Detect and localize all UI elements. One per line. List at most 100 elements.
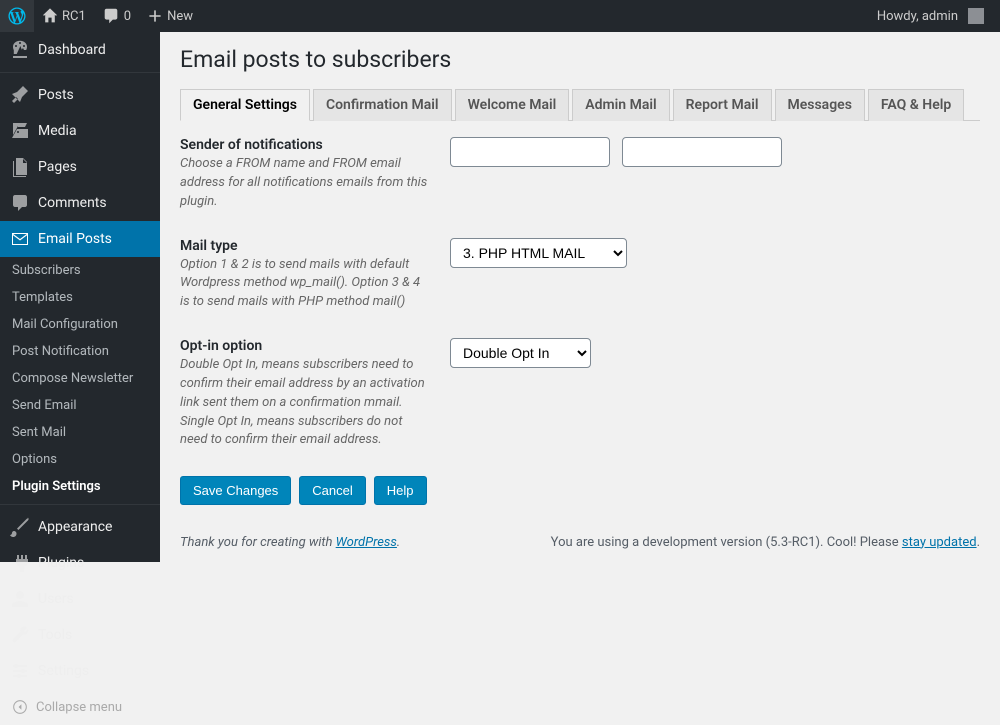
label-col: Sender of notifications Choose a FROM na…: [180, 137, 450, 212]
sidebar-item-label: Settings: [38, 663, 89, 679]
wp-logo[interactable]: [0, 0, 34, 32]
submenu-sent-mail[interactable]: Sent Mail: [0, 419, 160, 446]
sidebar-item-dashboard[interactable]: Dashboard: [0, 32, 160, 68]
plus-icon: [147, 8, 163, 24]
tab-welcome-mail[interactable]: Welcome Mail: [455, 89, 570, 121]
collapse-menu[interactable]: Collapse menu: [0, 689, 160, 725]
sidebar-item-label: Dashboard: [38, 42, 106, 58]
sidebar-item-label: Pages: [38, 159, 77, 175]
footer-right-post: .: [977, 535, 980, 550]
submenu-mail-configuration[interactable]: Mail Configuration: [0, 311, 160, 338]
user-icon: [10, 589, 30, 609]
save-button[interactable]: Save Changes: [180, 476, 291, 505]
adminbar-right: Howdy, admin: [869, 0, 992, 32]
submenu-templates[interactable]: Templates: [0, 284, 160, 311]
sidebar-item-label: Email Posts: [38, 231, 112, 247]
from-name-input[interactable]: [450, 137, 610, 167]
footer-stay-updated-link[interactable]: stay updated: [902, 535, 977, 550]
plug-icon: [10, 553, 30, 573]
content-area: Email posts to subscribers General Setti…: [160, 32, 1000, 562]
footer-left: Thank you for creating with WordPress.: [180, 535, 400, 550]
wordpress-icon: [8, 7, 26, 25]
page-icon: [10, 157, 30, 177]
footer-right: You are using a development version (5.3…: [551, 535, 980, 550]
wrench-icon: [10, 625, 30, 645]
collapse-icon: [10, 697, 30, 717]
footer-left-pre: Thank you for creating with: [180, 535, 336, 550]
new-content[interactable]: New: [139, 0, 201, 32]
field-col: 3. PHP HTML MAIL: [450, 238, 980, 313]
sidebar-item-label: Plugins: [38, 555, 84, 571]
field-col: [450, 137, 980, 212]
new-label: New: [167, 9, 193, 24]
sidebar-item-label: Tools: [38, 627, 72, 643]
menu-separator: [0, 68, 160, 73]
howdy-text: Howdy, admin: [877, 9, 958, 24]
sidebar-item-users[interactable]: Users: [0, 581, 160, 617]
avatar: [968, 8, 984, 24]
optin-desc: Double Opt In, means subscribers need to…: [180, 357, 425, 447]
row-optin: Opt-in option Double Opt In, means subsc…: [180, 338, 980, 450]
footer-left-post: .: [397, 535, 400, 550]
pin-icon: [10, 85, 30, 105]
sidebar-item-comments[interactable]: Comments: [0, 185, 160, 221]
mailtype-label: Mail type: [180, 238, 430, 254]
sender-label: Sender of notifications: [180, 137, 430, 153]
submenu-send-email[interactable]: Send Email: [0, 392, 160, 419]
sidebar-item-media[interactable]: Media: [0, 113, 160, 149]
admin-footer: Thank you for creating with WordPress. Y…: [160, 522, 1000, 562]
sidebar-item-label: Comments: [38, 195, 107, 211]
from-email-input[interactable]: [622, 137, 782, 167]
label-col: Mail type Option 1 & 2 is to send mails …: [180, 238, 450, 313]
sidebar-item-tools[interactable]: Tools: [0, 617, 160, 653]
row-mailtype: Mail type Option 1 & 2 is to send mails …: [180, 238, 980, 313]
mailtype-select[interactable]: 3. PHP HTML MAIL: [450, 238, 627, 268]
mail-icon: [10, 229, 30, 249]
tab-messages[interactable]: Messages: [775, 89, 865, 121]
help-button[interactable]: Help: [374, 476, 427, 505]
submenu-post-notification[interactable]: Post Notification: [0, 338, 160, 365]
admin-sidebar: Dashboard Posts Media Pages Comments Ema…: [0, 32, 160, 562]
sidebar-item-pages[interactable]: Pages: [0, 149, 160, 185]
submenu-subscribers[interactable]: Subscribers: [0, 257, 160, 284]
home-icon: [42, 8, 58, 24]
site-name-text: RC1: [62, 9, 86, 24]
sidebar-item-label: Users: [38, 591, 74, 607]
brush-icon: [10, 517, 30, 537]
tab-report-mail[interactable]: Report Mail: [673, 89, 772, 121]
sidebar-item-email-posts[interactable]: Email Posts: [0, 221, 160, 257]
sidebar-item-label: Posts: [38, 87, 74, 103]
footer-wordpress-link[interactable]: WordPress: [336, 535, 397, 550]
tab-confirmation-mail[interactable]: Confirmation Mail: [313, 89, 452, 121]
button-row: Save Changes Cancel Help: [180, 476, 980, 505]
mailtype-desc: Option 1 & 2 is to send mails with defau…: [180, 257, 420, 310]
site-name[interactable]: RC1: [34, 0, 94, 32]
sender-desc: Choose a FROM name and FROM email addres…: [180, 156, 427, 209]
row-sender: Sender of notifications Choose a FROM na…: [180, 137, 980, 212]
collapse-label: Collapse menu: [36, 700, 122, 715]
sidebar-item-posts[interactable]: Posts: [0, 77, 160, 113]
adminbar-left: RC1 0 New: [0, 0, 201, 32]
sliders-icon: [10, 661, 30, 681]
optin-select[interactable]: Double Opt In: [450, 338, 591, 368]
sidebar-item-settings[interactable]: Settings: [0, 653, 160, 689]
optin-label: Opt-in option: [180, 338, 430, 354]
sidebar-item-plugins[interactable]: Plugins: [0, 545, 160, 581]
tab-general-settings[interactable]: General Settings: [180, 89, 310, 121]
comments-bubble[interactable]: 0: [94, 0, 139, 32]
tab-faq-help[interactable]: FAQ & Help: [868, 89, 964, 121]
comment-icon: [102, 7, 120, 25]
submenu-options[interactable]: Options: [0, 446, 160, 473]
cancel-button[interactable]: Cancel: [299, 476, 365, 505]
my-account[interactable]: Howdy, admin: [869, 0, 992, 32]
field-col: Double Opt In: [450, 338, 980, 450]
submenu-plugin-settings[interactable]: Plugin Settings: [0, 473, 160, 500]
submenu-compose-newsletter[interactable]: Compose Newsletter: [0, 365, 160, 392]
sidebar-item-label: Media: [38, 123, 77, 139]
adminbar: RC1 0 New Howdy, admin: [0, 0, 1000, 32]
comments-count: 0: [124, 9, 131, 24]
dashboard-icon: [10, 40, 30, 60]
sidebar-item-appearance[interactable]: Appearance: [0, 509, 160, 545]
footer-right-pre: You are using a development version (5.3…: [551, 535, 902, 550]
tab-admin-mail[interactable]: Admin Mail: [572, 89, 669, 121]
